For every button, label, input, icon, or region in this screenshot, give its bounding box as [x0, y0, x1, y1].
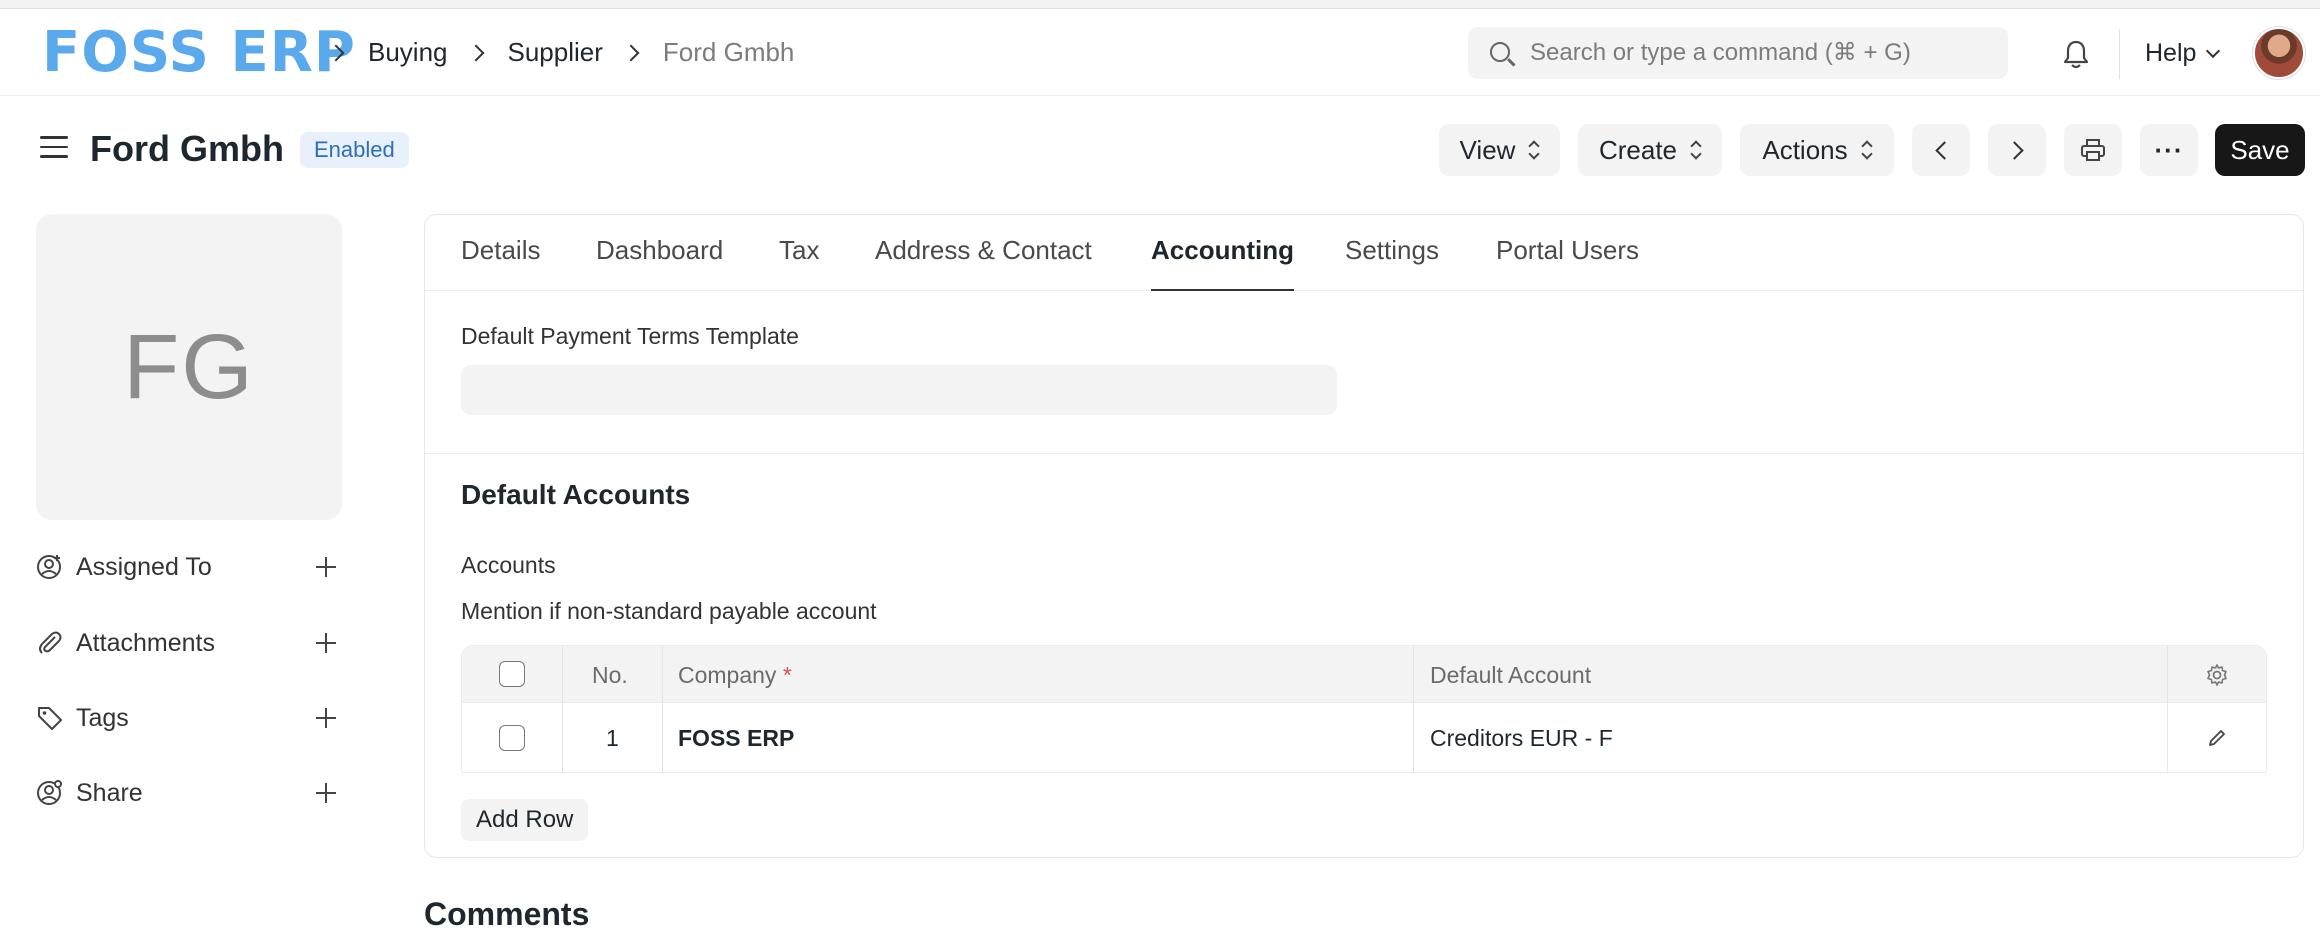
sidebar-item-label: Tags: [76, 703, 129, 732]
column-separator: [1413, 703, 1414, 773]
tab-accounting[interactable]: Accounting: [1151, 235, 1294, 291]
save-button-label: Save: [2230, 134, 2290, 165]
bell-icon[interactable]: [2062, 39, 2090, 69]
column-separator: [562, 646, 563, 704]
breadcrumb-current[interactable]: Ford Gmbh: [663, 37, 795, 68]
column-separator: [662, 646, 663, 704]
create-button[interactable]: Create: [1578, 124, 1722, 176]
supplier-initials: FG: [123, 315, 255, 418]
hamburger-menu-icon[interactable]: [40, 136, 68, 160]
header-default-account: Default Account: [1430, 662, 1592, 688]
breadcrumb-supplier[interactable]: Supplier: [508, 37, 603, 68]
status-badge: Enabled: [300, 132, 409, 168]
gear-icon[interactable]: [2205, 663, 2229, 687]
next-record-button[interactable]: [1988, 124, 2046, 176]
sidebar-item-attachments[interactable]: Attachments: [36, 623, 336, 663]
save-button[interactable]: Save: [2215, 124, 2305, 176]
view-button-label: View: [1459, 134, 1516, 165]
actions-button-label: Actions: [1762, 134, 1848, 165]
awesomebar-search[interactable]: [1468, 27, 2008, 79]
column-separator: [2167, 703, 2168, 773]
add-tag-plus-icon[interactable]: [316, 708, 336, 728]
chevron-right-icon: [327, 44, 345, 61]
accounts-table: No. Company * Default Account 1 FOSS ERP…: [461, 645, 2267, 775]
ellipsis-icon: ···: [2154, 134, 2184, 165]
payment-terms-input[interactable]: [461, 365, 1337, 415]
supplier-image-placeholder[interactable]: FG: [36, 214, 342, 520]
chevron-right-icon: [467, 44, 484, 61]
tab-dashboard[interactable]: Dashboard: [596, 235, 723, 291]
column-separator: [1413, 646, 1414, 704]
add-attachment-plus-icon[interactable]: [316, 633, 336, 653]
help-label: Help: [2145, 39, 2197, 67]
breadcrumb-buying[interactable]: Buying: [368, 37, 448, 68]
chevron-right-icon: [2004, 140, 2024, 160]
search-icon: [1490, 42, 1510, 62]
add-assignment-plus-icon[interactable]: [316, 557, 336, 577]
comments-title: Comments: [424, 896, 590, 932]
view-button[interactable]: View: [1439, 124, 1560, 176]
section-title: Default Accounts: [461, 479, 691, 510]
sidebar-item-label: Assigned To: [76, 552, 212, 581]
tag-icon: [38, 707, 62, 730]
add-share-plus-icon[interactable]: [316, 783, 336, 803]
paperclip-icon: [39, 631, 62, 654]
select-arrows-icon: [1862, 141, 1872, 159]
breadcrumb: Buying Supplier Ford Gmbh: [327, 37, 816, 68]
header-company-label: Company: [678, 662, 777, 688]
form-tabs: Details Dashboard Tax Address & Contact …: [425, 215, 2303, 291]
select-all-checkbox[interactable]: [499, 661, 525, 687]
required-mark: *: [782, 662, 792, 688]
print-button[interactable]: [2064, 124, 2122, 176]
app-logo[interactable]: FOSS ERP: [42, 23, 356, 83]
sidebar-item-tags[interactable]: Tags: [36, 698, 336, 738]
column-separator: [2167, 646, 2168, 704]
row-default-account[interactable]: Creditors EUR - F: [1430, 725, 1613, 752]
help-dropdown[interactable]: Help: [2145, 39, 2221, 68]
browser-top-strip: [0, 0, 2320, 9]
page-title: Ford Gmbh: [90, 128, 284, 169]
row-no: 1: [606, 725, 619, 751]
column-separator: [562, 703, 563, 773]
table-header: No. Company * Default Account: [461, 645, 2267, 704]
navbar: FOSS ERP Buying Supplier Ford Gmbh Help: [0, 9, 2320, 96]
sidebar-item-share[interactable]: Share: [36, 773, 336, 813]
sidebar-item-assigned-to[interactable]: Assigned To: [36, 547, 336, 587]
search-input[interactable]: [1530, 27, 1990, 79]
user-plus-icon: [37, 555, 61, 579]
edit-pencil-icon[interactable]: [2207, 728, 2227, 748]
previous-record-button[interactable]: [1912, 124, 1970, 176]
avatar[interactable]: [2253, 27, 2305, 79]
header-company: Company *: [678, 662, 792, 689]
tab-portal-users[interactable]: Portal Users: [1496, 235, 1639, 291]
sidebar-item-label: Attachments: [76, 628, 215, 657]
form-card: Details Dashboard Tax Address & Contact …: [424, 214, 2304, 858]
actions-button[interactable]: Actions: [1740, 124, 1894, 176]
chevron-left-icon: [1934, 140, 1954, 160]
add-row-button[interactable]: Add Row: [461, 799, 589, 841]
tab-settings[interactable]: Settings: [1345, 235, 1439, 291]
row-checkbox[interactable]: [499, 725, 525, 751]
sidebar-item-label: Share: [76, 778, 143, 807]
select-arrows-icon: [1529, 141, 1539, 159]
chevron-right-icon: [622, 44, 640, 61]
more-options-button[interactable]: ···: [2140, 124, 2198, 176]
column-separator: [662, 703, 663, 773]
section-divider: [425, 453, 2303, 454]
printer-icon: [2081, 139, 2105, 161]
table-row[interactable]: 1 FOSS ERP Creditors EUR - F: [461, 703, 2267, 773]
share-user-icon: [37, 780, 62, 805]
header-no: No.: [592, 662, 628, 688]
navbar-divider: [2119, 29, 2120, 79]
create-button-label: Create: [1598, 134, 1678, 165]
accounts-description: Mention if non-standard payable account: [461, 598, 877, 624]
tab-address-contact[interactable]: Address & Contact: [875, 235, 1092, 291]
select-arrows-icon: [1691, 141, 1701, 159]
payment-terms-label: Default Payment Terms Template: [461, 323, 799, 349]
tab-details[interactable]: Details: [461, 235, 540, 291]
row-company[interactable]: FOSS ERP: [678, 725, 794, 752]
accounts-label: Accounts: [461, 552, 556, 578]
tab-tax[interactable]: Tax: [779, 235, 819, 291]
chevron-down-icon: [2206, 43, 2221, 58]
